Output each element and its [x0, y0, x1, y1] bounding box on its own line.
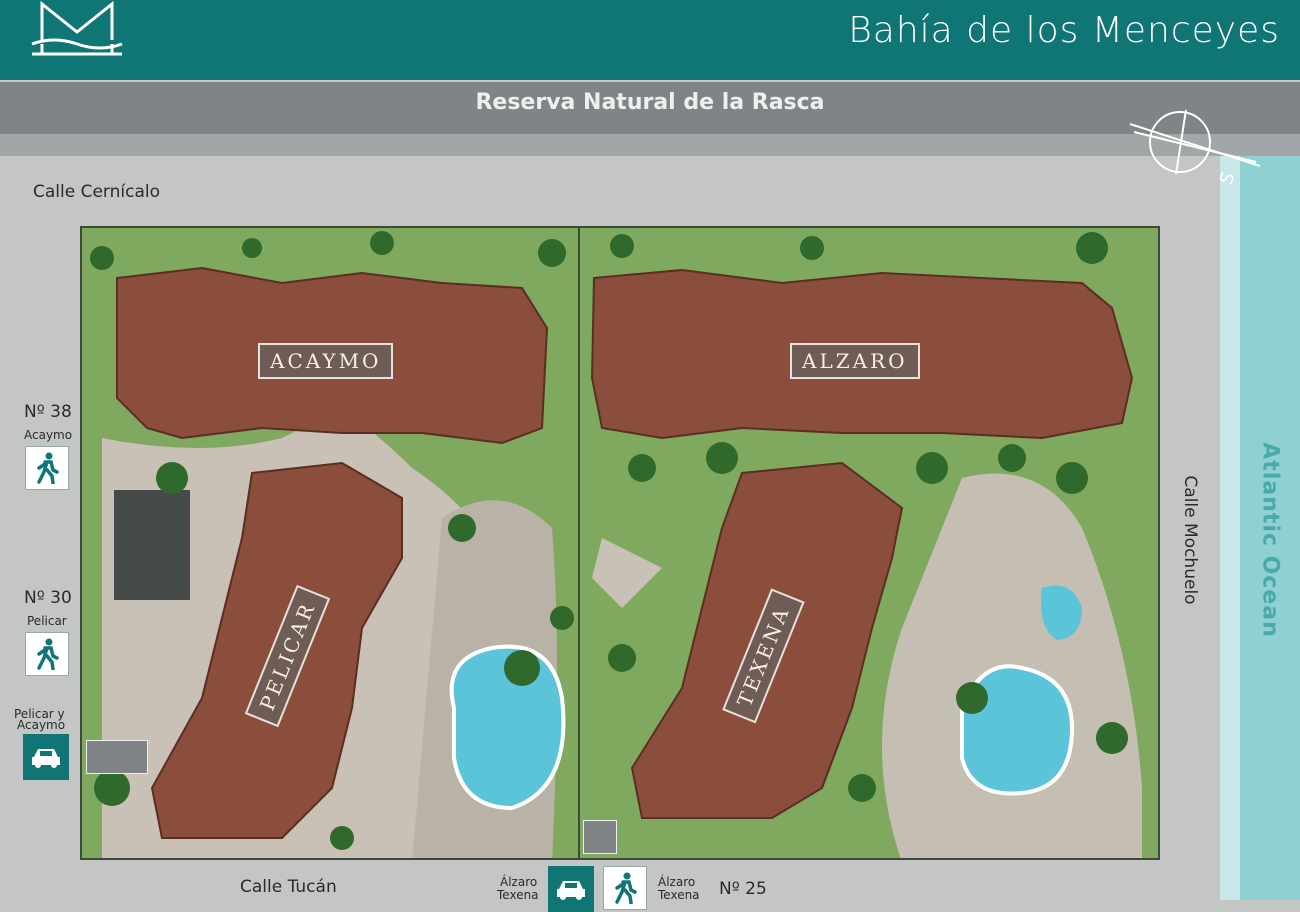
road-band [0, 134, 1300, 156]
parking-south-name-line1: Álzaro [500, 875, 538, 889]
menceyes-logo-icon [31, 0, 123, 56]
entrance-pelicar-name: Pelicar [27, 614, 67, 628]
street-cernicalo: Calle Cernícalo [33, 182, 161, 202]
entrance-pelicar-number: Nº 30 [24, 588, 72, 608]
pedestrian-icon [615, 872, 637, 904]
car-icon [32, 749, 60, 768]
walk-south-name-line1: Álzaro [658, 875, 696, 889]
street-tucan: Calle Tucán [240, 877, 337, 897]
reserve-label: Reserva Natural de la Rasca [475, 90, 825, 115]
parking-south-name-line2: Texena [497, 888, 539, 902]
building-label-alzaro: ALZARO [790, 343, 920, 379]
pedestrian-icon [37, 452, 59, 484]
parking-west-ramp [86, 740, 148, 774]
parking-south-entrance[interactable] [548, 866, 594, 912]
walk-south-entrance[interactable] [603, 866, 647, 910]
building-label-acaymo: ACAYMO [258, 343, 394, 379]
site-plan: ACAYMO ALZARO PELICAR TEXENA [80, 226, 1160, 860]
walk-south-name-line2: Texena [658, 888, 700, 902]
ocean-label: Atlantic Ocean [1257, 442, 1283, 638]
entrance-pelicar-walk[interactable] [25, 632, 69, 676]
street-mochuelo: Calle Mochuelo [1180, 475, 1200, 605]
parking-south-ramp [583, 820, 617, 854]
site-plan-drawing [90, 228, 1142, 858]
pond-west [114, 490, 190, 600]
entrance-acaymo-name: Acaymo [24, 428, 73, 442]
entrance-acaymo-number: Nº 38 [24, 402, 72, 422]
entrance-acaymo-walk[interactable] [25, 446, 69, 490]
walk-south-number: Nº 25 [719, 879, 767, 899]
parking-west-entrance[interactable] [23, 734, 69, 780]
pedestrian-icon [37, 638, 59, 670]
car-icon [557, 881, 585, 900]
paved-plaza-east [592, 538, 662, 608]
ocean-label-box: Atlantic Ocean [1240, 440, 1300, 640]
street-mochuelo-box: Calle Mochuelo [1170, 470, 1210, 610]
coast-strip [1220, 156, 1240, 900]
parking-west-name-line2: Acaymo [17, 718, 66, 732]
page-title: Bahía de los Menceyes [848, 10, 1280, 51]
compass-icon [1129, 109, 1261, 175]
